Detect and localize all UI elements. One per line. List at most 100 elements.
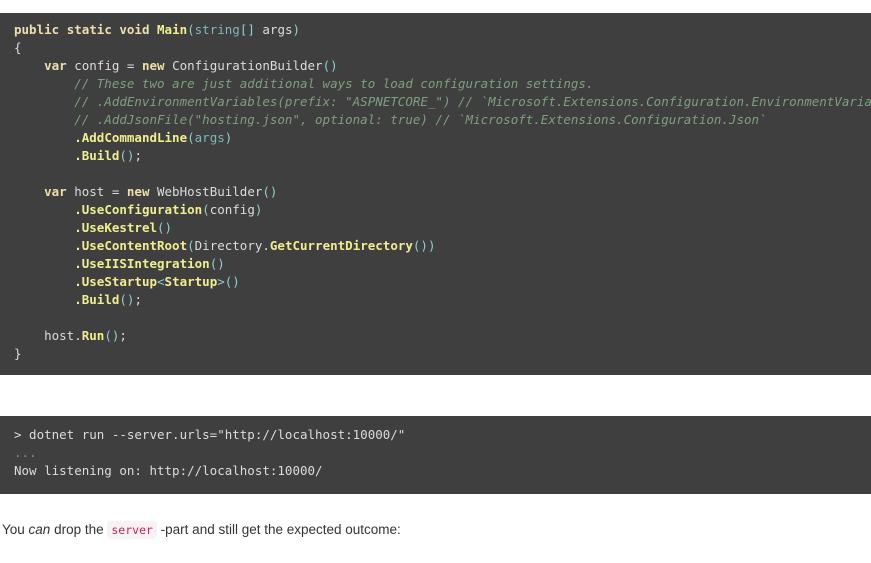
terminal-line: Now listening on: http://localhost:10000… [0, 462, 871, 480]
code-token: GetCurrentDirectory [269, 237, 413, 253]
code-token: Main [157, 21, 188, 37]
code-line: .UseKestrel() [0, 219, 871, 237]
code-token: .UseStartup [74, 273, 158, 289]
code-token: ) [254, 201, 263, 217]
paragraph-emphasis: can [28, 522, 51, 537]
code-token: args [254, 21, 293, 37]
code-token: ( [202, 201, 210, 217]
code-line: .Build(); [0, 291, 871, 309]
code-line: } [0, 345, 871, 363]
code-token: () [224, 273, 240, 289]
paragraph-text-middle: drop the [50, 522, 108, 537]
code-line: var config = new ConfigurationBuilder() [0, 57, 871, 75]
code-token: () [104, 327, 120, 343]
code-token: Run [81, 327, 105, 343]
code-line: .Build(); [0, 147, 871, 165]
code-token: host [66, 183, 112, 199]
code-token: .Build [74, 291, 120, 307]
code-line: // .AddJsonFile("hosting.json", optional… [0, 111, 871, 129]
code-line: host.Run(); [0, 327, 871, 345]
code-token: static [66, 21, 112, 37]
inline-code-server: server [107, 521, 157, 539]
code-line: .AddCommandLine(args) [0, 129, 871, 147]
code-token: () [209, 255, 225, 271]
code-line: public static void Main(string[] args) [0, 21, 871, 39]
code-token: public [14, 21, 60, 37]
code-line: .UseContentRoot(Directory.GetCurrentDire… [0, 237, 871, 255]
code-token: host [14, 327, 75, 343]
code-token: ( [187, 129, 195, 145]
paragraph-text-before: You [2, 522, 29, 537]
code-token: .UseContentRoot [74, 237, 188, 253]
terminal-text: > dotnet run --server.urls="http://local… [14, 426, 406, 442]
code-token: config [209, 201, 255, 217]
code-token: () [262, 183, 278, 199]
code-token: () [119, 291, 135, 307]
code-token: Directory [194, 237, 263, 253]
code-token: ( [187, 21, 195, 37]
terminal-text: ... [14, 444, 37, 460]
block-gap [0, 387, 871, 403]
code-line: .UseConfiguration(config) [0, 201, 871, 219]
code-token: .UseIISIntegration [74, 255, 210, 271]
csharp-code-block[interactable]: public static void Main(string[] args){ … [0, 12, 871, 375]
code-token: // .AddJsonFile("hosting.json", optional… [14, 111, 767, 127]
code-token: Startup [164, 273, 218, 289]
code-token: . [262, 237, 270, 253]
code-token: ()) [412, 237, 436, 253]
code-token: new [126, 183, 150, 199]
article-page: public static void Main(string[] args){ … [0, 0, 871, 563]
code-token: .UseConfiguration [74, 201, 203, 217]
code-token: WebHostBuilder [149, 183, 263, 199]
code-token: () [322, 57, 338, 73]
code-token: var [44, 57, 67, 73]
code-token: .UseKestrel [74, 219, 158, 235]
code-token: args [194, 129, 225, 145]
terminal-line: > dotnet run --server.urls="http://local… [0, 426, 871, 444]
code-token: { [14, 39, 22, 55]
code-line: // .AddEnvironmentVariables(prefix: "ASP… [0, 93, 871, 111]
code-token: ConfigurationBuilder [164, 57, 323, 73]
code-token: } [14, 345, 22, 361]
code-token: // .AddEnvironmentVariables(prefix: "ASP… [14, 93, 871, 109]
code-token: new [141, 57, 165, 73]
terminal-text: Now listening on: http://localhost:10000… [14, 462, 323, 478]
code-token: string [194, 21, 240, 37]
code-token: ; [134, 291, 142, 307]
code-token: ) [224, 129, 233, 145]
code-line: .UseIISIntegration() [0, 255, 871, 273]
code-token: < [157, 273, 165, 289]
code-token: .AddCommandLine [74, 129, 188, 145]
code-token: ) [292, 21, 301, 37]
code-line: .UseStartup<Startup>() [0, 273, 871, 291]
code-token: void [119, 21, 150, 37]
code-token: ; [134, 147, 142, 163]
paragraph-text-after: -part and still get the expected outcome… [156, 522, 401, 537]
terminal-line: ... [0, 444, 871, 462]
code-token: () [157, 219, 173, 235]
code-token: config [66, 57, 127, 73]
code-token: [] [239, 21, 255, 37]
code-line: var host = new WebHostBuilder() [0, 183, 871, 201]
code-token: var [44, 183, 67, 199]
explanation-paragraph: You can drop the server -part and still … [0, 507, 871, 550]
code-token: ( [187, 237, 195, 253]
terminal-block-server-urls[interactable]: > dotnet run --server.urls="http://local… [0, 415, 871, 494]
code-line: { [0, 39, 871, 57]
code-token: . [74, 327, 82, 343]
